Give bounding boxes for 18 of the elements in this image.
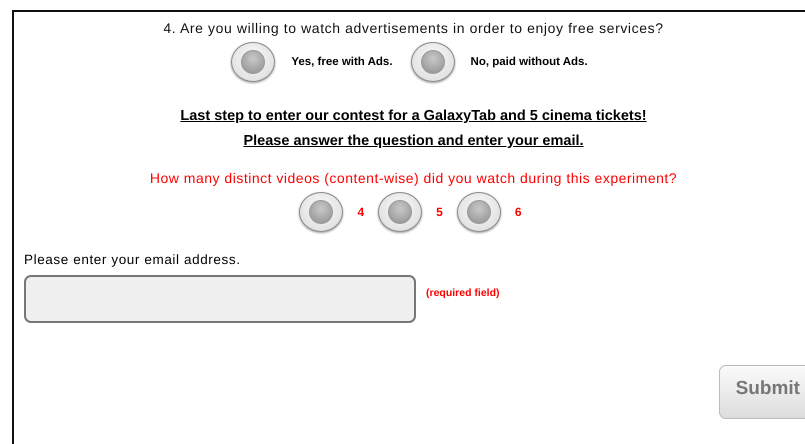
radio-button[interactable] [378, 192, 422, 232]
option-label: Yes, free with Ads. [291, 56, 393, 68]
required-note: (required field) [426, 287, 500, 299]
question-text: How many distinct videos (content-wise) did you watch during this experiment? [148, 170, 678, 186]
option-label: 4 [357, 205, 364, 219]
option-label: 6 [514, 205, 522, 219]
contest-text: Last step to enter our contest for a GalaxyTab and 5 cinema tickets! [180, 108, 647, 124]
radio-button[interactable] [456, 192, 501, 232]
radio-button[interactable] [299, 192, 344, 232]
radio-button[interactable] [410, 42, 455, 82]
email-label: Please enter your email address. [24, 252, 242, 267]
contest-text: Please answer the question and enter your email. [243, 133, 584, 149]
question-text: 4. Are you willing to watch advertisements in order to enjoy free services? [162, 20, 665, 36]
submit-button[interactable]: Submit [718, 365, 805, 419]
radio-button[interactable] [231, 42, 276, 82]
email-field[interactable] [24, 275, 416, 323]
option-label: No, paid without Ads. [470, 56, 588, 68]
option-label: 5 [436, 205, 443, 219]
